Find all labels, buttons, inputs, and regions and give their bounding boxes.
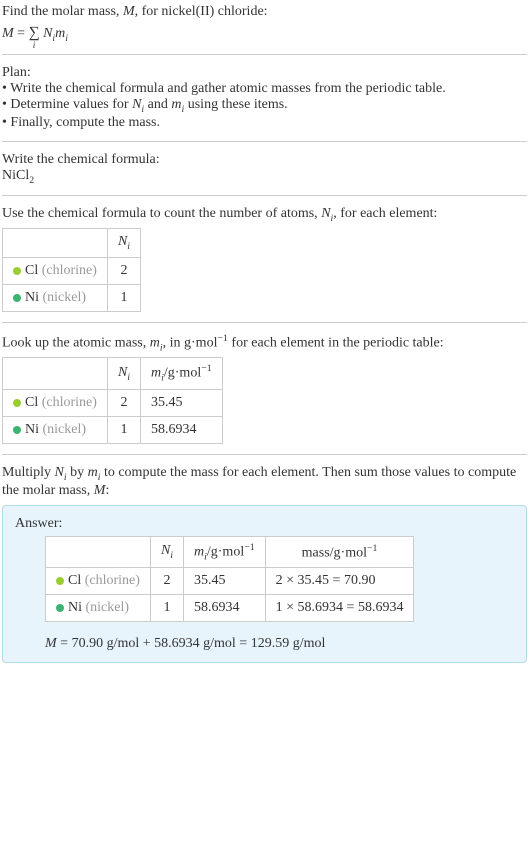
cell-cl-label: Cl (chlorine) [3,257,108,284]
cell-ni-label: Ni (nickel) [3,284,108,311]
cell-ni-N: 1 [107,416,140,443]
dot-icon-ni [13,294,21,302]
table-row-cl: Cl (chlorine) 2 35.45 2 × 35.45 = 70.90 [46,568,414,595]
table-row-ni: Ni (nickel) 1 58.6934 1 × 58.6934 = 58.6… [46,595,414,622]
answer-section: Multiply Ni by mi to compute the mass fo… [2,465,527,663]
dot-icon-ni [13,426,21,434]
cell-ni-N: 1 [150,595,183,622]
header-mi: mi/g·mol−1 [141,358,223,389]
table-row-ni: Ni (nickel) 1 [3,284,141,311]
answer-label: Answer: [15,516,514,532]
intro-section: Find the molar mass, M, for nickel(II) c… [2,4,527,55]
count-title: Use the chemical formula to count the nu… [2,206,527,224]
plan-item-3: • Finally, compute the mass. [2,115,527,131]
cell-cl-m: 35.45 [141,389,223,416]
cell-cl-N: 2 [107,389,140,416]
cell-cl-mass: 2 × 35.45 = 70.90 [265,568,414,595]
final-result: M = 70.90 g/mol + 58.6934 g/mol = 129.59… [45,636,514,652]
plan-title: Plan: [2,65,527,81]
cell-cl-m: 35.45 [184,568,266,595]
intro-suffix: , for nickel(II) chloride: [135,4,268,19]
table-header-row: Ni mi/g·mol−1 mass/g·mol−1 [46,536,414,567]
cell-ni-m: 58.6934 [184,595,266,622]
cell-ni-m: 58.6934 [141,416,223,443]
table-row-cl: Cl (chlorine) 2 35.45 [3,389,223,416]
dot-icon-ni [56,604,64,612]
header-mass: mass/g·mol−1 [265,536,414,567]
lookup-table: Ni mi/g·mol−1 Cl (chlorine) 2 35.45 Ni (… [2,357,223,443]
empty-header [3,229,108,258]
cell-ni-label: Ni (nickel) [3,416,108,443]
table-row-cl: Cl (chlorine) 2 [3,257,141,284]
intro-prefix: Find the molar mass, [2,4,123,19]
table-row-ni: Ni (nickel) 1 58.6934 [3,416,223,443]
intro-line: Find the molar mass, M, for nickel(II) c… [2,4,527,20]
lookup-section: Look up the atomic mass, mi, in g·mol−1 … [2,333,527,455]
chem-formula-title: Write the chemical formula: [2,152,527,168]
sigma-index: i [33,40,36,50]
count-section: Use the chemical formula to count the nu… [2,206,527,323]
plan-item-1: • Write the chemical formula and gather … [2,81,527,97]
formula-eq: = [14,26,29,41]
dot-icon-cl [13,267,21,275]
sigma-symbol: ∑i [29,24,40,42]
empty-header [46,536,151,567]
lookup-title: Look up the atomic mass, mi, in g·mol−1 … [2,333,527,353]
intro-formula: M = ∑i Nimi [2,24,527,44]
header-Ni: Ni [150,536,183,567]
formula-N: N [43,26,52,41]
header-Ni: Ni [107,229,140,258]
cell-ni-label: Ni (nickel) [46,595,151,622]
plan-item-2: • Determine values for Ni and mi using t… [2,97,527,115]
count-table: Ni Cl (chlorine) 2 Ni (nickel) 1 [2,228,141,312]
formula-mi-sub: i [65,33,68,44]
formula-M: M [2,26,14,41]
table-header-row: Ni mi/g·mol−1 [3,358,223,389]
cell-ni-count: 1 [107,284,140,311]
cell-cl-count: 2 [107,257,140,284]
dot-icon-cl [13,399,21,407]
intro-var-M: M [123,4,135,19]
chem-formula-section: Write the chemical formula: NiCl2 [2,152,527,197]
cell-ni-mass: 1 × 58.6934 = 58.6934 [265,595,414,622]
header-Ni: Ni [107,358,140,389]
formula-m: m [55,26,65,41]
header-mi: mi/g·mol−1 [184,536,266,567]
cell-cl-N: 2 [150,568,183,595]
dot-icon-cl [56,577,64,585]
multiply-text: Multiply Ni by mi to compute the mass fo… [2,465,527,499]
chem-formula-value: NiCl2 [2,168,527,186]
cell-cl-label: Cl (chlorine) [3,389,108,416]
cell-cl-label: Cl (chlorine) [46,568,151,595]
answer-box: Answer: Ni mi/g·mol−1 mass/g·mol−1 Cl (c… [2,505,527,663]
plan-section: Plan: • Write the chemical formula and g… [2,65,527,142]
answer-table: Ni mi/g·mol−1 mass/g·mol−1 Cl (chlorine)… [45,536,414,622]
table-header-row: Ni [3,229,141,258]
empty-header [3,358,108,389]
